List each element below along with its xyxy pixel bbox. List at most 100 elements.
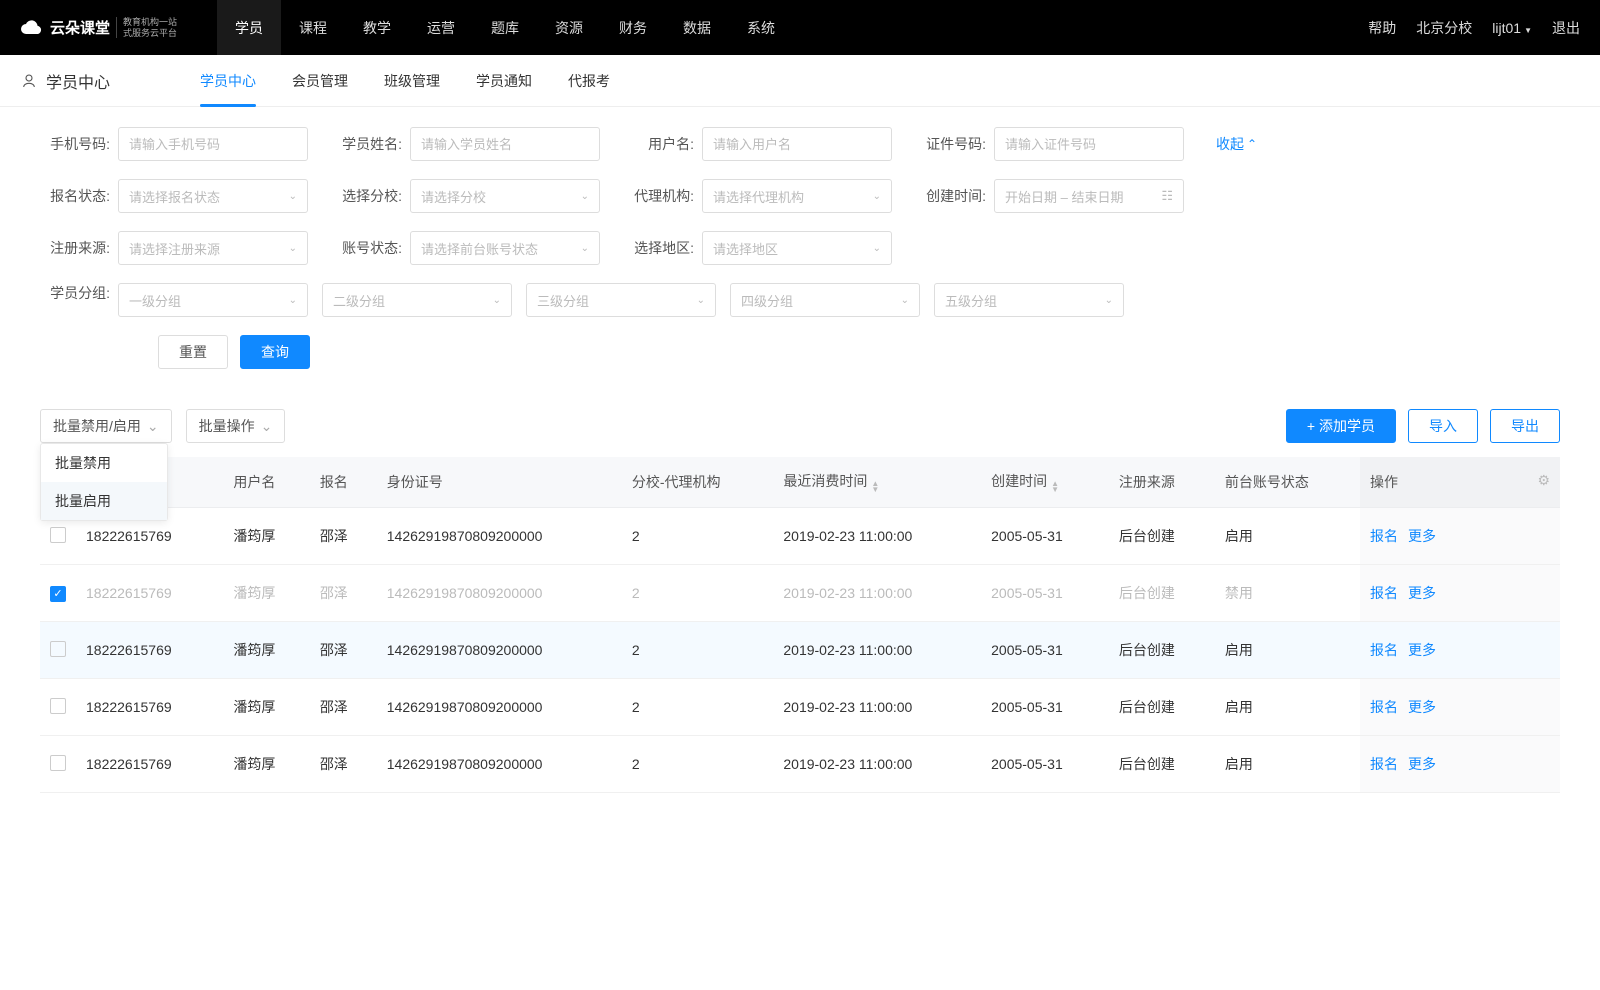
branch-link[interactable]: 北京分校 [1416, 18, 1472, 38]
filter-row-3: 注册来源:请选择注册来源⌄账号状态:请选择前台账号状态⌄选择地区:请选择地区⌄ [40, 231, 1560, 265]
import-button[interactable]: 导入 [1408, 409, 1478, 443]
main-nav-item[interactable]: 数据 [665, 0, 729, 55]
main-nav-item[interactable]: 运营 [409, 0, 473, 55]
table-row: ✓18222615769潘筠厚邵泽14262919870809200000220… [40, 565, 1560, 622]
table-cell: 后台创建 [1109, 508, 1215, 565]
filter-input[interactable] [410, 127, 600, 161]
main-nav-item[interactable]: 系统 [729, 0, 793, 55]
table-cell: 启用 [1215, 622, 1360, 679]
group-select[interactable]: 三级分组⌄ [526, 283, 716, 317]
logout-link[interactable]: 退出 [1552, 18, 1580, 38]
row-checkbox[interactable] [50, 527, 66, 543]
groups-row: 学员分组: 一级分组⌄二级分组⌄三级分组⌄四级分组⌄五级分组⌄ [40, 283, 1560, 317]
main-nav-item[interactable]: 课程 [281, 0, 345, 55]
op-enroll[interactable]: 报名 [1370, 699, 1398, 715]
op-more[interactable]: 更多 [1408, 699, 1436, 715]
group-select[interactable]: 一级分组⌄ [118, 283, 308, 317]
filter-select[interactable]: 请选择报名状态⌄ [118, 179, 308, 213]
main-nav-item[interactable]: 财务 [601, 0, 665, 55]
row-checkbox[interactable] [50, 698, 66, 714]
table-cell: 14262919870809200000 [377, 565, 622, 622]
subnav-item[interactable]: 代报考 [568, 55, 610, 107]
filter-select[interactable]: 请选择地区⌄ [702, 231, 892, 265]
filter-item: 用户名: [624, 127, 892, 161]
main-nav-item[interactable]: 资源 [537, 0, 601, 55]
op-enroll[interactable]: 报名 [1370, 756, 1398, 772]
op-enroll[interactable]: 报名 [1370, 642, 1398, 658]
op-more[interactable]: 更多 [1408, 642, 1436, 658]
filter-select[interactable]: 请选择注册来源⌄ [118, 231, 308, 265]
table-cell: 14262919870809200000 [377, 622, 622, 679]
filter-area: 手机号码:学员姓名:用户名:证件号码:收起 报名状态:请选择报名状态⌄选择分校:… [0, 107, 1600, 399]
user-menu[interactable]: lijt01 [1492, 20, 1532, 36]
table-cell: 报名更多 [1360, 679, 1560, 736]
subnav-item[interactable]: 学员中心 [200, 55, 256, 107]
table-cell: 14262919870809200000 [377, 679, 622, 736]
table-cell: 2019-02-23 11:00:00 [773, 508, 981, 565]
collapse-link[interactable]: 收起 [1216, 127, 1257, 161]
filter-item: 账号状态:请选择前台账号状态⌄ [332, 231, 600, 265]
dropdown-item[interactable]: 批量启用 [41, 482, 167, 520]
table-cell: 潘筠厚 [223, 679, 309, 736]
subnav-item[interactable]: 会员管理 [292, 55, 348, 107]
add-student-button[interactable]: + 添加学员 [1286, 409, 1396, 443]
op-more[interactable]: 更多 [1408, 756, 1436, 772]
main-nav-item[interactable]: 学员 [217, 0, 281, 55]
table-cell: 14262919870809200000 [377, 736, 622, 793]
filter-label: 报名状态: [40, 186, 110, 206]
filter-input[interactable] [118, 127, 308, 161]
op-more[interactable]: 更多 [1408, 528, 1436, 544]
chevron-down-icon: ⌄ [289, 295, 297, 306]
filter-select[interactable]: 请选择前台账号状态⌄ [410, 231, 600, 265]
op-enroll[interactable]: 报名 [1370, 528, 1398, 544]
help-link[interactable]: 帮助 [1368, 18, 1396, 38]
dropdown-item[interactable]: 批量禁用 [41, 444, 167, 482]
op-more[interactable]: 更多 [1408, 585, 1436, 601]
subnav-item[interactable]: 学员通知 [476, 55, 532, 107]
reset-button[interactable]: 重置 [158, 335, 228, 369]
table-header[interactable]: 最近消费时间▲▼ [773, 457, 981, 508]
gear-icon[interactable]: ⚙ [1537, 472, 1550, 489]
group-select[interactable]: 二级分组⌄ [322, 283, 512, 317]
date-range[interactable]: 开始日期 – 结束日期☷ [994, 179, 1184, 213]
table-header: 注册来源 [1109, 457, 1215, 508]
group-select[interactable]: 四级分组⌄ [730, 283, 920, 317]
table-cell: 报名更多 [1360, 508, 1560, 565]
filter-label: 选择地区: [624, 238, 694, 258]
main-nav-item[interactable]: 题库 [473, 0, 537, 55]
filter-row-1: 手机号码:学员姓名:用户名:证件号码:收起 [40, 127, 1560, 161]
query-button[interactable]: 查询 [240, 335, 310, 369]
chevron-down-icon: ⌄ [1105, 295, 1113, 306]
op-enroll[interactable]: 报名 [1370, 585, 1398, 601]
chevron-down-icon: ⌄ [873, 243, 881, 254]
group-select[interactable]: 五级分组⌄ [934, 283, 1124, 317]
filter-input[interactable] [702, 127, 892, 161]
table-cell: 2 [622, 622, 774, 679]
bulk-ops-dropdown[interactable]: 批量操作 [186, 409, 286, 443]
table-cell: 后台创建 [1109, 679, 1215, 736]
table-cell: 邵泽 [310, 679, 377, 736]
main-nav: 学员课程教学运营题库资源财务数据系统 [217, 0, 1368, 55]
filter-select[interactable]: 请选择分校⌄ [410, 179, 600, 213]
chevron-down-icon [261, 418, 273, 435]
row-checkbox[interactable] [50, 755, 66, 771]
filter-item: 报名状态: 请选择报名状态⌄ [40, 179, 308, 213]
table-cell: ✓ [40, 565, 76, 622]
table-header: 操作⚙ [1360, 457, 1560, 508]
table-cell: 启用 [1215, 508, 1360, 565]
export-button[interactable]: 导出 [1490, 409, 1560, 443]
main-nav-item[interactable]: 教学 [345, 0, 409, 55]
chevron-down-icon: ⌄ [697, 295, 705, 306]
bulk-toggle-menu: 批量禁用批量启用 [40, 443, 168, 521]
filter-select[interactable]: 请选择代理机构⌄ [702, 179, 892, 213]
table-header[interactable]: 创建时间▲▼ [981, 457, 1109, 508]
row-checkbox[interactable] [50, 641, 66, 657]
row-checkbox[interactable]: ✓ [50, 586, 66, 602]
table-cell: 2005-05-31 [981, 565, 1109, 622]
table-cell: 潘筠厚 [223, 622, 309, 679]
page-title-area: 学员中心 [20, 69, 200, 93]
table-cell [40, 736, 76, 793]
subnav-item[interactable]: 班级管理 [384, 55, 440, 107]
bulk-toggle-dropdown[interactable]: 批量禁用/启用 [40, 409, 172, 443]
filter-input[interactable] [994, 127, 1184, 161]
